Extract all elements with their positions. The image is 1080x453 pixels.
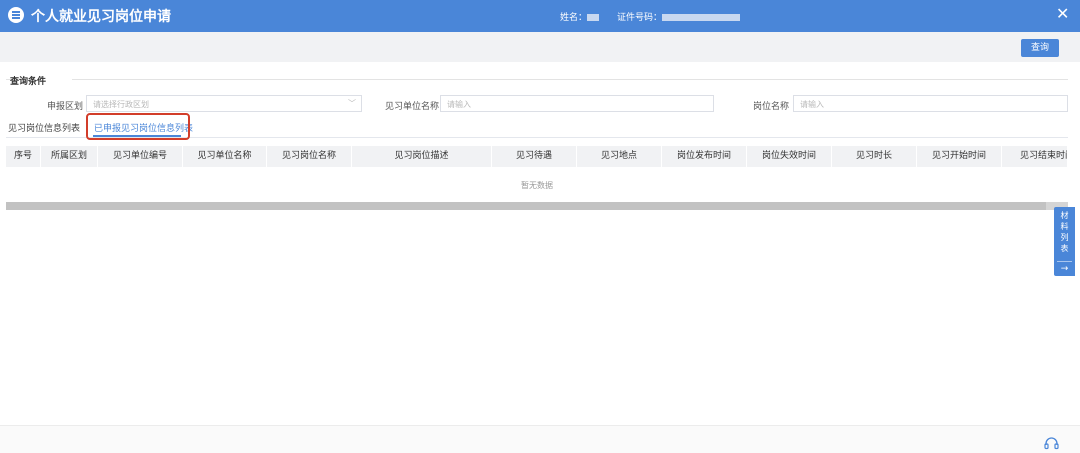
headset-icon[interactable] [1044,437,1059,450]
section-divider-right [72,79,1068,80]
toolbar [0,32,1080,62]
unit-name-placeholder: 请输入 [447,100,471,109]
column-header: 见习地点 [577,146,662,167]
column-header: 见习待遇 [492,146,577,167]
highlight-box [86,113,190,140]
close-icon[interactable]: ✕ [1056,5,1069,23]
post-name-label: 岗位名称 [753,102,790,112]
id-value-masked [662,14,741,21]
horizontal-scrollbar[interactable] [6,202,1068,210]
page-title: 个人就业见习岗位申请 [31,9,171,25]
column-header: 见习岗位描述 [352,146,492,167]
filter-section-title: 查询条件 [10,77,47,87]
id-label: 证件号码： [617,13,663,23]
scrollbar-thumb[interactable] [6,202,1046,210]
column-header: 见习开始时间 [917,146,1002,167]
district-placeholder: 请选择行政区划 [93,100,149,109]
title-bar: 个人就业见习岗位申请 姓名： 证件号码： ✕ [0,0,1080,32]
column-header: 岗位发布时间 [662,146,747,167]
column-header: 见习岗位名称 [267,146,352,167]
district-select[interactable]: 请选择行政区划 ﹀ [86,95,362,112]
unit-name-label: 见习单位名称 [385,102,440,112]
column-header: 见习结束时间 [1002,146,1068,167]
name-label: 姓名： [560,13,588,23]
tab-post-info-list[interactable]: 见习岗位信息列表 [8,121,80,134]
column-header: 岗位失效时间 [747,146,832,167]
footer-bar [0,425,1080,453]
app-menu-icon [8,7,24,23]
column-header: 所属区划 [41,146,98,167]
column-header: 见习单位名称 [183,146,267,167]
post-name-placeholder: 请输入 [800,100,824,109]
unit-name-input[interactable]: 请输入 [440,95,714,112]
materials-list-panel-toggle[interactable]: 材料列表 → [1054,207,1075,276]
empty-state: 暂无数据 [521,181,553,190]
materials-list-label: 材料列表 [1060,211,1069,253]
column-header: 序号 [6,146,41,167]
name-value-masked [587,14,600,21]
post-name-input[interactable]: 请输入 [793,95,1068,112]
panel-divider [1057,261,1072,262]
applicant-info: 姓名： 证件号码： [560,10,741,23]
table-header: 序号 所属区划 见习单位编号 见习单位名称 见习岗位名称 见习岗位描述 见习待遇… [6,146,1068,167]
chevron-down-icon: ﹀ [348,99,356,108]
query-button[interactable]: 查询 [1021,39,1059,57]
column-header: 见习单位编号 [98,146,183,167]
column-header: 见习时长 [832,146,917,167]
district-label: 申报区划 [47,102,84,112]
arrow-right-icon[interactable]: → [1054,264,1075,274]
